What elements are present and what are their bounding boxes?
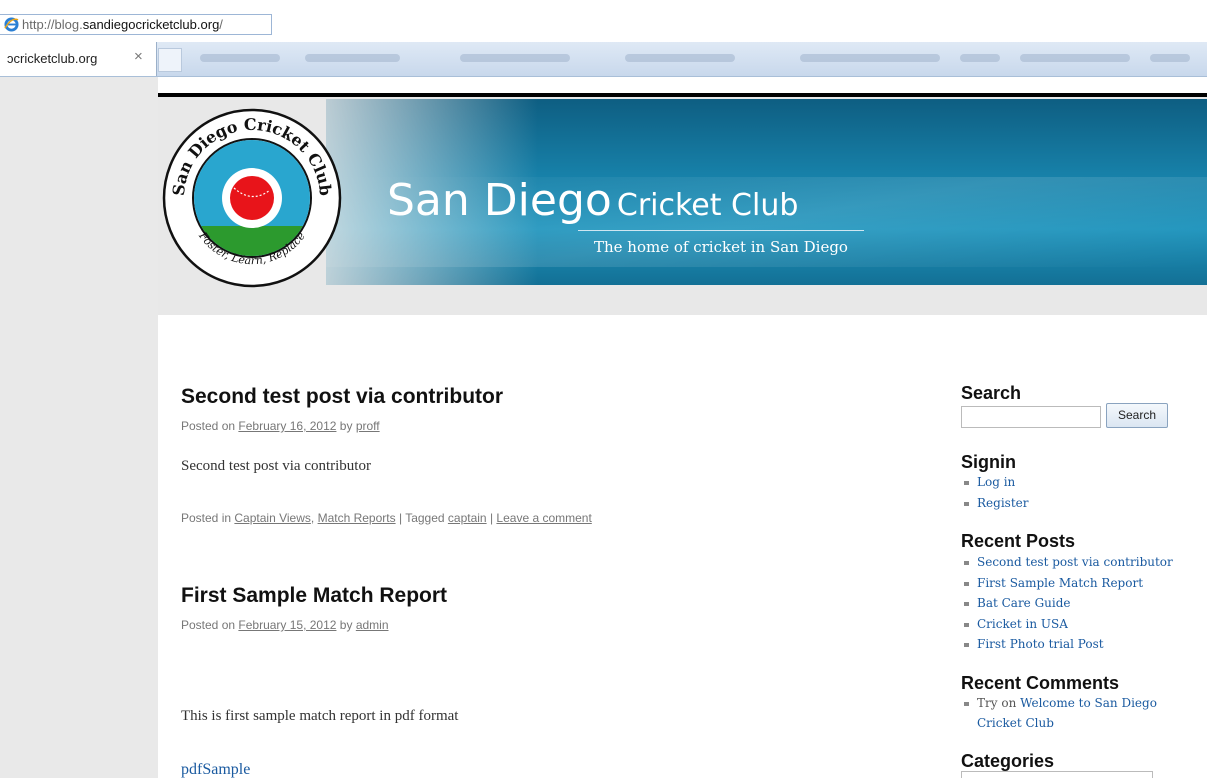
club-logo: San Diego Cricket Club Foster, Learn, Re… [162, 108, 342, 288]
attachment-link[interactable]: pdfSample [181, 761, 250, 779]
recent-post-link[interactable]: First Photo trial Post [961, 634, 1173, 655]
comment-post-link[interactable]: Cricket Club [961, 716, 1054, 730]
tab-title: ɔcricketclub.org [7, 51, 98, 66]
recent-comments-title: Recent Comments [961, 673, 1120, 693]
browser-tab-bar: ɔcricketclub.org × [0, 42, 1207, 77]
post-body: This is first sample match report in pdf… [181, 708, 459, 724]
recent-post-link[interactable]: Cricket in USA [961, 614, 1173, 635]
favorites-bar-item[interactable] [1150, 54, 1190, 62]
url-text: http://blog.sandiegocricketclub.org/ [22, 17, 223, 32]
recent-post-link[interactable]: First Sample Match Report [961, 573, 1173, 594]
favorites-bar-item[interactable] [1020, 54, 1130, 62]
favorites-bar-item[interactable] [305, 54, 400, 62]
recent-post-link[interactable]: Bat Care Guide [961, 593, 1173, 614]
post-author-link[interactable]: admin [356, 618, 389, 632]
favorites-bar-item[interactable] [625, 54, 735, 62]
post-date-link[interactable]: February 15, 2012 [238, 618, 336, 632]
title-divider [578, 230, 864, 231]
post-meta: Posted on February 16, 2012 by proff [181, 419, 380, 433]
close-icon[interactable]: × [134, 48, 143, 65]
signin-list: Log in Register [961, 472, 1028, 513]
category-link[interactable]: Captain Views [234, 511, 311, 525]
post-title[interactable]: Second test post via contributor [181, 385, 503, 409]
post-title[interactable]: First Sample Match Report [181, 584, 447, 608]
favorites-bar-item[interactable] [200, 54, 280, 62]
post-meta: Posted on February 15, 2012 by admin [181, 618, 389, 632]
post-footer: Posted in Captain Views, Match Reports |… [181, 511, 592, 525]
browser-tab-active[interactable]: ɔcricketclub.org × [0, 42, 157, 76]
recent-post-link[interactable]: Second test post via contributor [961, 552, 1173, 573]
categories-dropdown[interactable] [961, 771, 1153, 778]
recent-comment: Try on Welcome to San Diego Cricket Club [961, 693, 1157, 733]
comment-post-link[interactable]: Welcome to San Diego [1020, 696, 1157, 710]
categories-title: Categories [961, 751, 1055, 771]
internet-explorer-icon [4, 17, 19, 32]
post-body: Second test post via contributor [181, 458, 371, 474]
recent-posts-title: Recent Posts [961, 531, 1076, 551]
leave-comment-link[interactable]: Leave a comment [496, 511, 591, 525]
register-link[interactable]: Register [961, 493, 1028, 514]
site-title[interactable]: San Diego Cricket Club [387, 175, 798, 226]
search-input[interactable] [961, 406, 1101, 428]
search-button[interactable]: Search [1106, 403, 1168, 428]
browser-address-bar: http://blog.sandiegocricketclub.org/ [0, 0, 1207, 42]
favorites-bar-item[interactable] [960, 54, 1000, 62]
page-content: San Diego Cricket Club Foster, Learn, Re… [158, 77, 1207, 778]
favorites-bar-item[interactable] [460, 54, 570, 62]
login-link[interactable]: Log in [961, 472, 1028, 493]
list-bullet [964, 702, 969, 706]
new-tab-button[interactable] [158, 48, 182, 72]
recent-posts-list: Second test post via contributor First S… [961, 552, 1173, 655]
category-link[interactable]: Match Reports [318, 511, 396, 525]
url-field[interactable]: http://blog.sandiegocricketclub.org/ [0, 14, 272, 35]
tag-link[interactable]: captain [448, 511, 487, 525]
signin-widget-title: Signin [961, 452, 1016, 472]
site-tagline: The home of cricket in San Diego [594, 238, 848, 256]
favorites-bar-item[interactable] [800, 54, 940, 62]
post-author-link[interactable]: proff [356, 419, 380, 433]
site-header-banner[interactable]: San Diego Cricket Club Foster, Learn, Re… [158, 97, 1207, 315]
post-date-link[interactable]: February 16, 2012 [238, 419, 336, 433]
search-widget-title: Search [961, 383, 1022, 403]
